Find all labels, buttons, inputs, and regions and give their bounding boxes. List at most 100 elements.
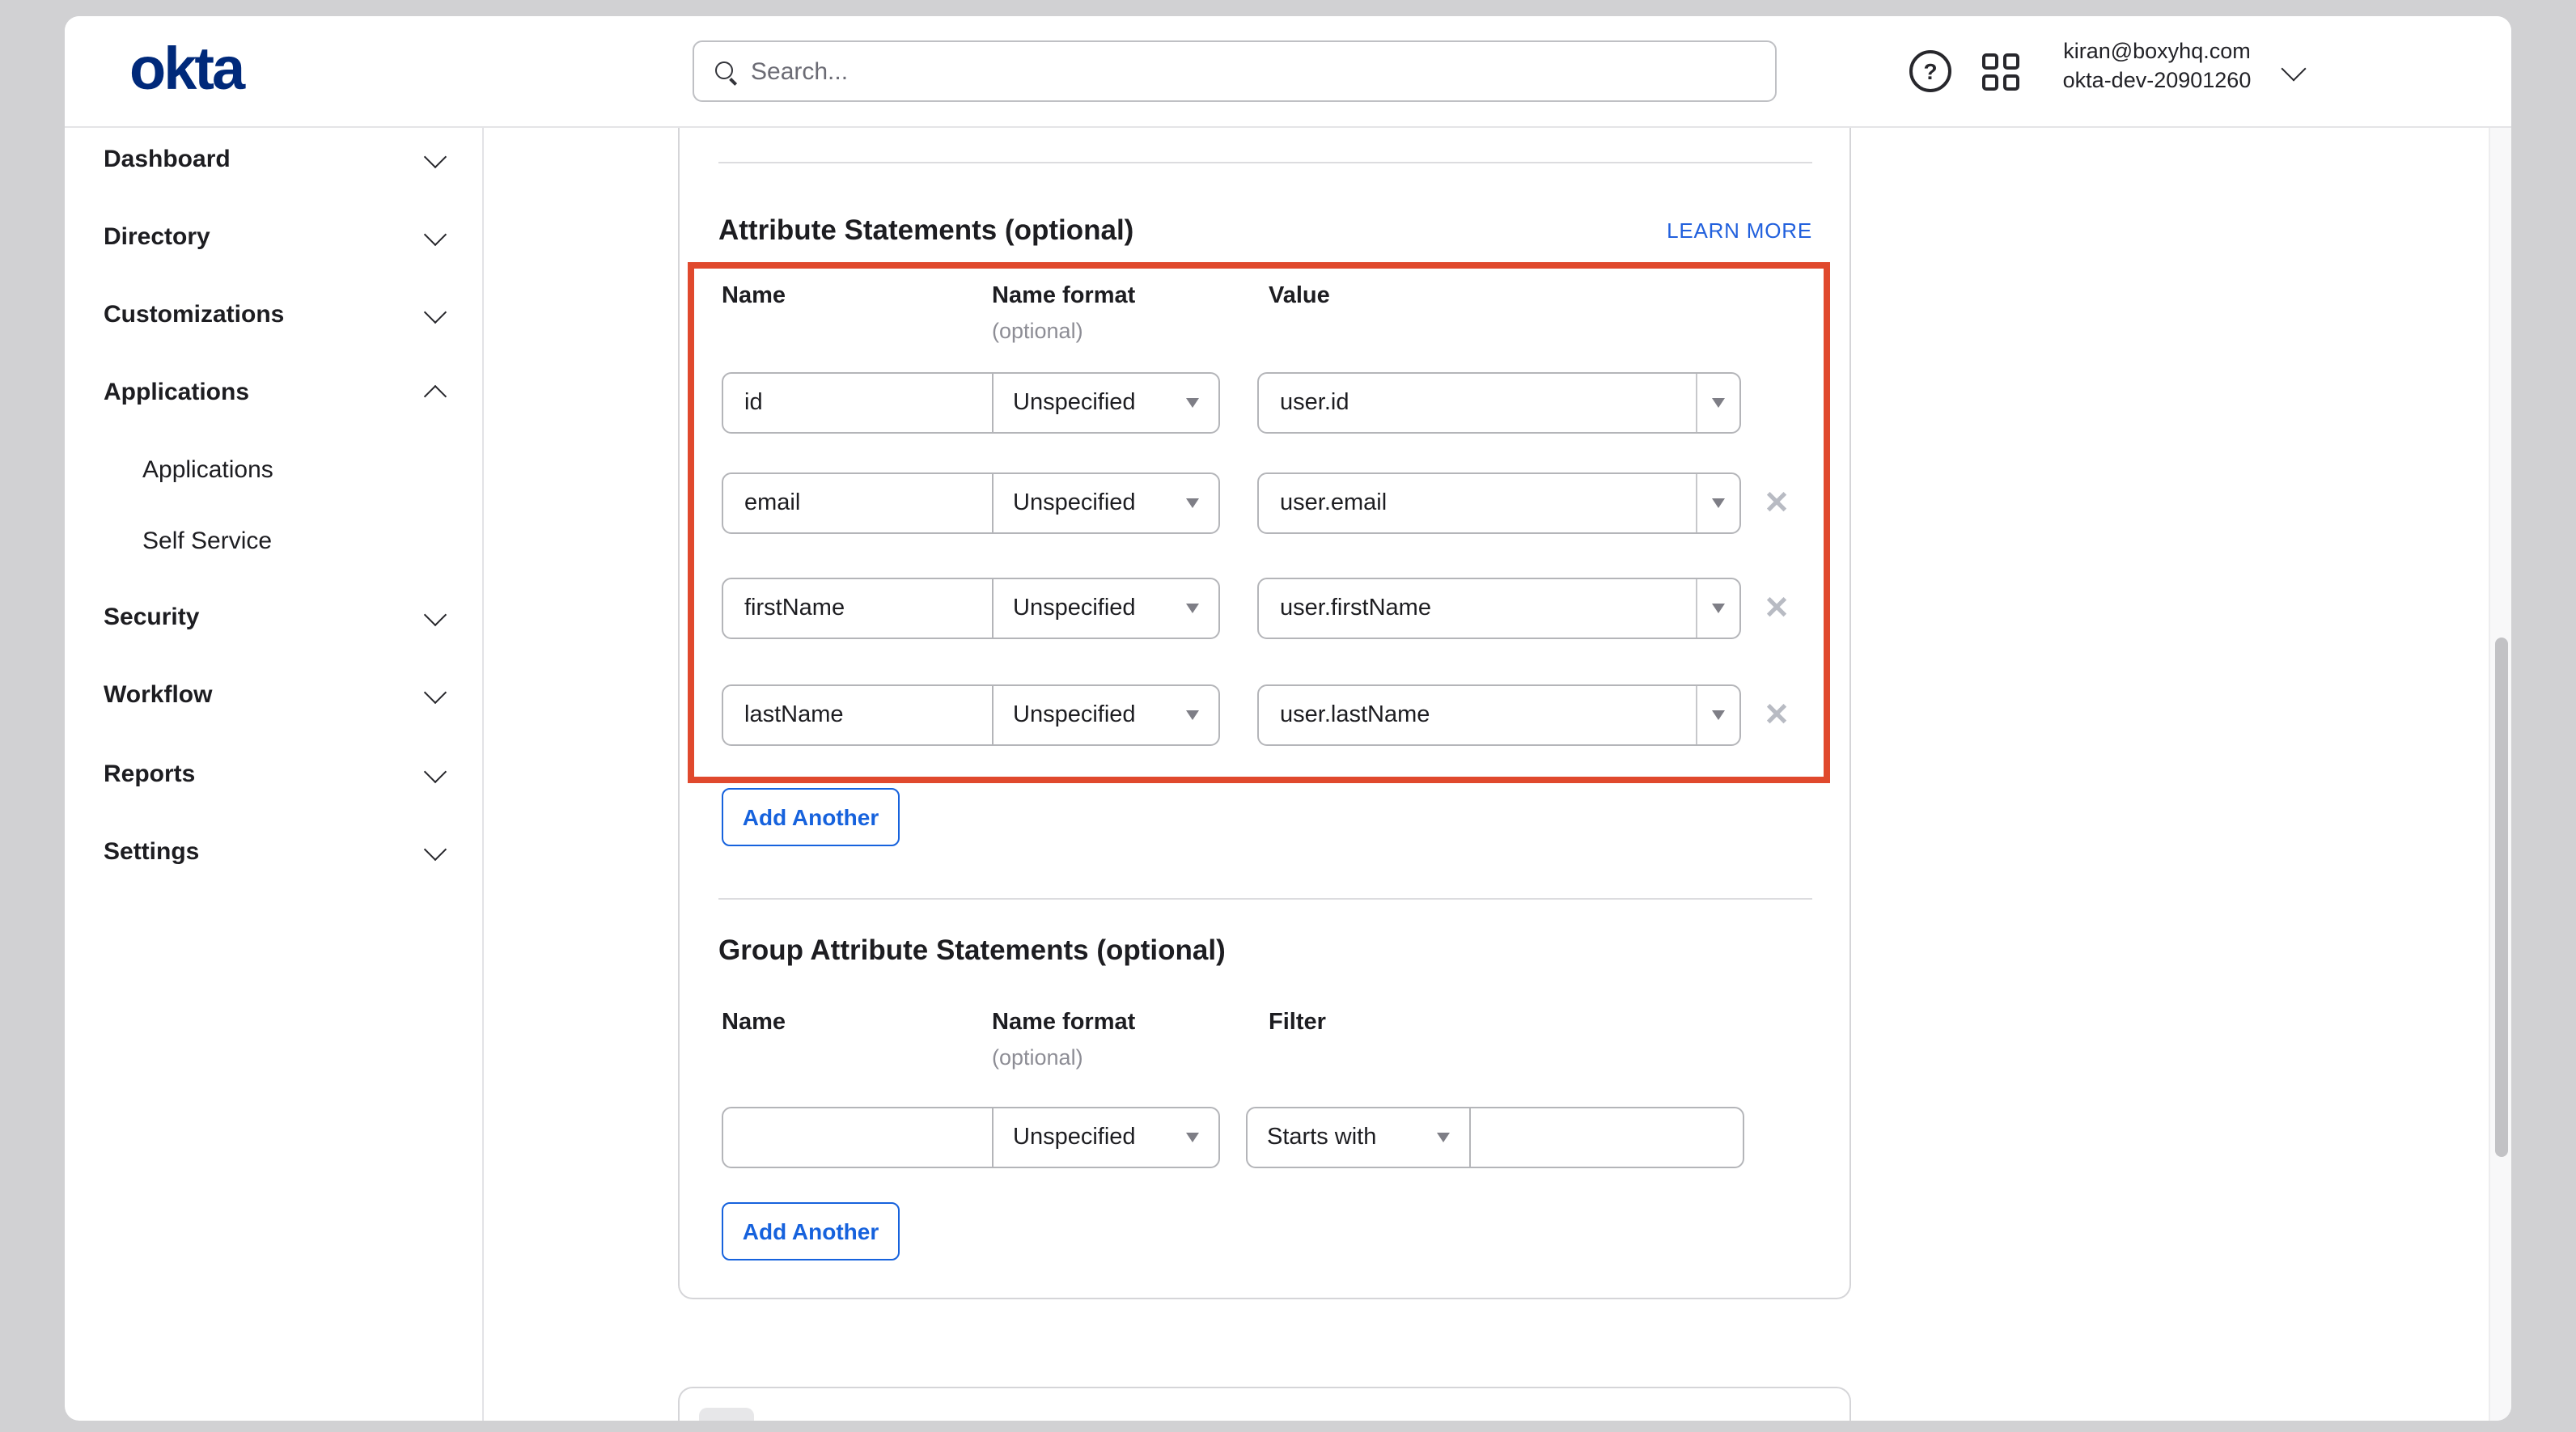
app-switcher-icon[interactable] bbox=[1982, 53, 2019, 91]
select-value: Unspecified bbox=[1013, 1125, 1136, 1150]
sidebar-item-reports[interactable]: Reports bbox=[65, 757, 482, 793]
column-header-name: Name bbox=[722, 1006, 786, 1039]
account-menu[interactable]: kiran@boxyhq.com okta-dev-20901260 bbox=[2042, 37, 2272, 94]
chevron-down-icon bbox=[424, 223, 447, 246]
next-section-card bbox=[678, 1387, 1851, 1421]
attr-name-input[interactable] bbox=[723, 686, 992, 744]
attr-name-input[interactable] bbox=[723, 474, 992, 532]
sidebar-item-label: Dashboard bbox=[104, 142, 231, 178]
add-another-attribute-button[interactable]: Add Another bbox=[722, 788, 900, 846]
group-attribute-row: Unspecified bbox=[722, 1107, 1220, 1168]
attr-value-dropdown-toggle[interactable] bbox=[1696, 374, 1739, 432]
remove-row-button[interactable]: ✕ bbox=[1754, 472, 1799, 534]
sidebar-item-applications-child[interactable]: Applications bbox=[65, 453, 482, 489]
attr-value-dropdown-toggle[interactable] bbox=[1696, 579, 1739, 638]
column-header-value: Value bbox=[1269, 280, 1330, 312]
attribute-row-value bbox=[1257, 578, 1741, 639]
chevron-down-icon bbox=[424, 301, 447, 324]
chevron-down-icon bbox=[424, 760, 447, 783]
attr-name-format-select[interactable]: Unspecified bbox=[994, 686, 1218, 744]
attr-name-format-select[interactable]: Unspecified bbox=[994, 579, 1218, 638]
grid-square bbox=[2003, 53, 2019, 70]
learn-more-link[interactable]: LEARN MORE bbox=[718, 217, 1812, 246]
grid-square bbox=[1982, 74, 1998, 91]
chevron-down-icon bbox=[424, 604, 447, 626]
chevron-up-icon bbox=[424, 385, 447, 408]
search-input[interactable] bbox=[735, 57, 1775, 85]
column-header-filter: Filter bbox=[1269, 1006, 1326, 1039]
scrollbar-thumb[interactable] bbox=[2494, 638, 2507, 1157]
filter-value-input[interactable] bbox=[1471, 1108, 1743, 1167]
attribute-row: Unspecified bbox=[722, 578, 1220, 639]
attribute-row-value bbox=[1257, 372, 1741, 434]
group-attribute-statements-title: Group Attribute Statements (optional) bbox=[718, 932, 1226, 968]
attribute-row: Unspecified bbox=[722, 684, 1220, 746]
caret-down-icon bbox=[1186, 710, 1199, 720]
okta-logo: okta bbox=[129, 37, 243, 102]
account-org: okta-dev-20901260 bbox=[2042, 66, 2272, 94]
attr-value-dropdown-toggle[interactable] bbox=[1696, 686, 1739, 744]
sidebar-divider bbox=[482, 126, 484, 1421]
sidebar-item-applications[interactable]: Applications bbox=[65, 375, 482, 411]
attr-name-input[interactable] bbox=[723, 579, 992, 638]
grid-square bbox=[1982, 53, 1998, 70]
chevron-down-icon bbox=[424, 146, 447, 168]
attr-value-dropdown-toggle[interactable] bbox=[1696, 474, 1739, 532]
top-bar: okta ? kiran@boxyhq.com okta-dev-2090126… bbox=[65, 16, 2511, 128]
sidebar-item-security[interactable]: Security bbox=[65, 600, 482, 636]
sidebar-item-label: Workflow bbox=[104, 678, 212, 714]
column-header-name-format: Name format bbox=[992, 280, 1135, 312]
group-filter-row: Starts with bbox=[1246, 1107, 1744, 1168]
attr-value-input[interactable] bbox=[1259, 474, 1696, 532]
attribute-row: Unspecified bbox=[722, 472, 1220, 534]
sidebar-item-label: Reports bbox=[104, 757, 195, 793]
global-search bbox=[693, 40, 1777, 102]
select-value: Unspecified bbox=[1013, 390, 1136, 416]
sidebar-item-label: Applications bbox=[142, 453, 273, 489]
attribute-row-value bbox=[1257, 684, 1741, 746]
sidebar-item-label: Customizations bbox=[104, 298, 284, 333]
select-value: Starts with bbox=[1267, 1125, 1376, 1150]
help-icon[interactable]: ? bbox=[1909, 50, 1951, 92]
caret-down-icon bbox=[1186, 498, 1199, 508]
remove-row-button[interactable]: ✕ bbox=[1754, 578, 1799, 639]
scrollbar-track[interactable] bbox=[2489, 126, 2511, 1421]
desktop: okta ? kiran@boxyhq.com okta-dev-2090126… bbox=[0, 0, 2576, 1432]
caret-down-icon bbox=[1437, 1133, 1450, 1142]
sidebar-item-settings[interactable]: Settings bbox=[65, 835, 482, 871]
attr-value-input[interactable] bbox=[1259, 579, 1696, 638]
sidebar-item-label: Security bbox=[104, 600, 199, 636]
column-hint-optional: (optional) bbox=[992, 1044, 1083, 1073]
account-chevron-down-icon[interactable] bbox=[2281, 56, 2306, 81]
caret-down-icon bbox=[1712, 498, 1725, 508]
filter-type-select[interactable]: Starts with bbox=[1248, 1108, 1469, 1167]
attribute-row: Unspecified bbox=[722, 372, 1220, 434]
select-value: Unspecified bbox=[1013, 595, 1136, 621]
caret-down-icon bbox=[1712, 604, 1725, 613]
sidebar-item-customizations[interactable]: Customizations bbox=[65, 298, 482, 333]
sidebar-item-directory[interactable]: Directory bbox=[65, 220, 482, 256]
attr-name-format-select[interactable]: Unspecified bbox=[994, 374, 1218, 432]
remove-row-button[interactable]: ✕ bbox=[1754, 684, 1799, 746]
caret-down-icon bbox=[1186, 604, 1199, 613]
sidebar-item-workflow[interactable]: Workflow bbox=[65, 678, 482, 714]
group-name-input[interactable] bbox=[723, 1108, 992, 1167]
section-divider bbox=[718, 162, 1812, 163]
add-another-group-attribute-button[interactable]: Add Another bbox=[722, 1202, 900, 1260]
select-value: Unspecified bbox=[1013, 490, 1136, 516]
browser-window: okta ? kiran@boxyhq.com okta-dev-2090126… bbox=[65, 16, 2511, 1421]
attr-value-input[interactable] bbox=[1259, 374, 1696, 432]
attr-value-input[interactable] bbox=[1259, 686, 1696, 744]
sidebar-item-label: Applications bbox=[104, 375, 249, 411]
sidebar-item-label: Settings bbox=[104, 835, 199, 871]
placeholder-block bbox=[699, 1408, 754, 1421]
group-name-format-select[interactable]: Unspecified bbox=[994, 1108, 1218, 1167]
attr-name-format-select[interactable]: Unspecified bbox=[994, 474, 1218, 532]
sidebar-item-label: Self Service bbox=[142, 524, 272, 560]
attr-name-input[interactable] bbox=[723, 374, 992, 432]
caret-down-icon bbox=[1712, 710, 1725, 720]
sidebar-item-dashboard[interactable]: Dashboard bbox=[65, 142, 482, 178]
sidebar-item-self-service[interactable]: Self Service bbox=[65, 524, 482, 560]
column-header-name-format: Name format bbox=[992, 1006, 1135, 1039]
chevron-down-icon bbox=[424, 838, 447, 861]
